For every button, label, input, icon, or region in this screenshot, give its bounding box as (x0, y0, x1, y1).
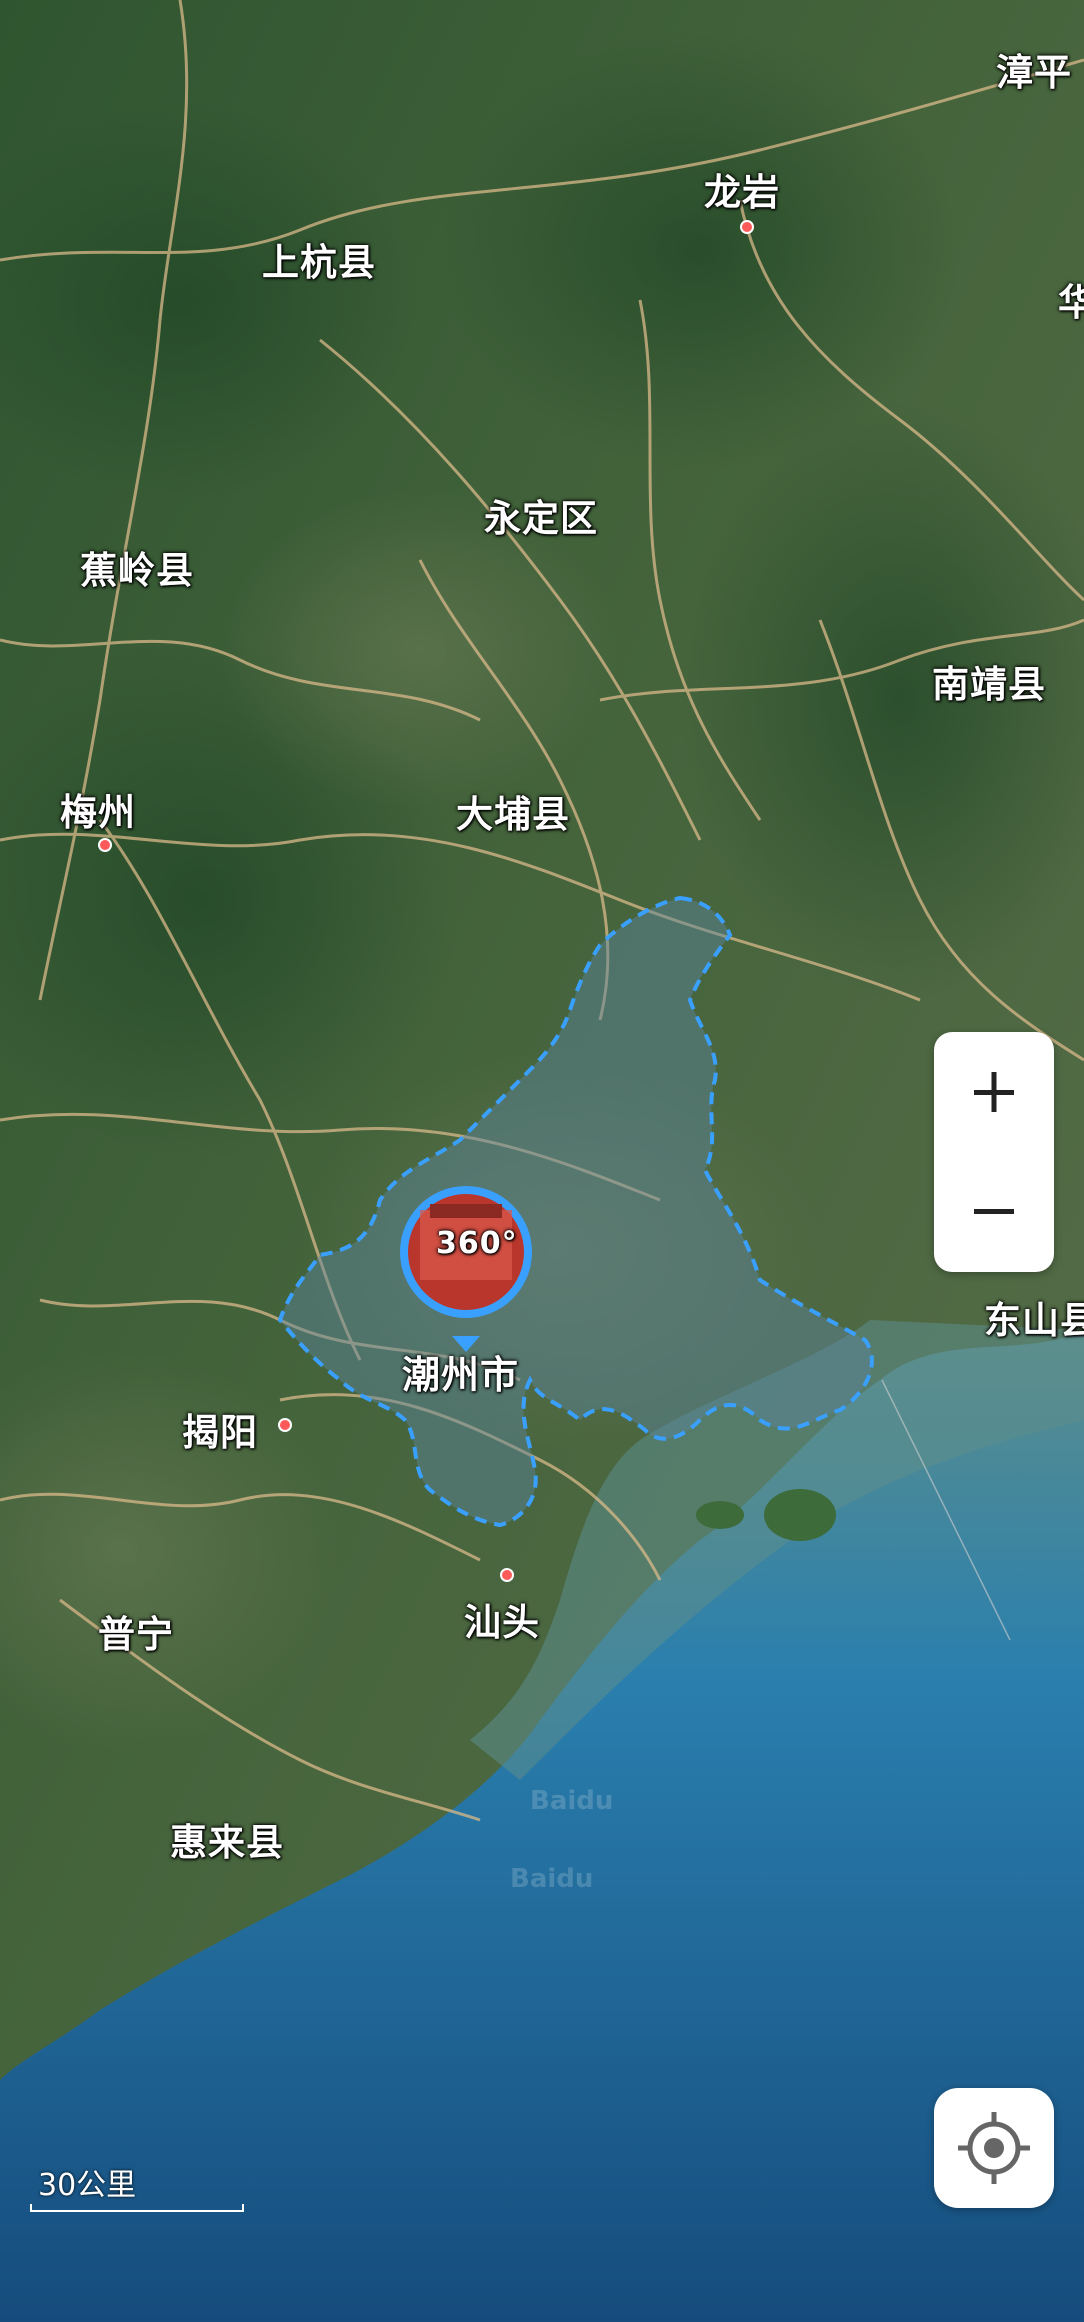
place-label-meizhou: 梅州 (60, 791, 136, 834)
place-label-yongding: 永定区 (484, 497, 598, 540)
place-label-jieyang: 揭阳 (182, 1411, 258, 1454)
city-dot-jieyang (278, 1418, 292, 1432)
scale-bar (30, 2204, 244, 2212)
city-dot-shantou (500, 1568, 514, 1582)
scale-label: 30公里 (38, 2168, 137, 2203)
place-label-dongshan: 东山县 (984, 1299, 1084, 1342)
place-label-jiaoling: 蕉岭县 (80, 549, 194, 592)
place-label-hua: 华 (1058, 281, 1084, 324)
map-watermark: Baidu (510, 1864, 594, 1894)
place-label-nanjing: 南靖县 (932, 663, 1046, 706)
city-dot-meizhou (98, 838, 112, 852)
zoom-in-button[interactable] (934, 1032, 1054, 1152)
map-watermark: Baidu (530, 1786, 614, 1816)
city-dot-longyan (740, 220, 754, 234)
locate-button[interactable] (934, 2088, 1054, 2208)
locate-crosshair-icon (958, 2112, 1030, 2184)
plus-icon (974, 1072, 1014, 1112)
satellite-map[interactable] (0, 0, 1084, 2322)
place-label-huilai: 惠来县 (170, 1821, 284, 1864)
place-label-shanghang: 上杭县 (262, 241, 376, 284)
region-label-chaozhou[interactable]: 潮州市 (402, 1344, 519, 1399)
place-label-dabu: 大埔县 (456, 793, 570, 836)
zoom-control (934, 1032, 1054, 1272)
zoom-out-button[interactable] (934, 1152, 1054, 1272)
place-label-shantou: 汕头 (464, 1601, 540, 1644)
map-scale: 30公里 (28, 2160, 248, 2212)
island (764, 1489, 836, 1541)
panorama-badge[interactable]: 360° (436, 1226, 518, 1261)
island (696, 1501, 744, 1529)
place-label-puning: 普宁 (98, 1613, 174, 1656)
place-label-zhangping: 漳平 (996, 51, 1072, 94)
place-label-longyan: 龙岩 (704, 171, 780, 214)
minus-icon (974, 1209, 1014, 1214)
